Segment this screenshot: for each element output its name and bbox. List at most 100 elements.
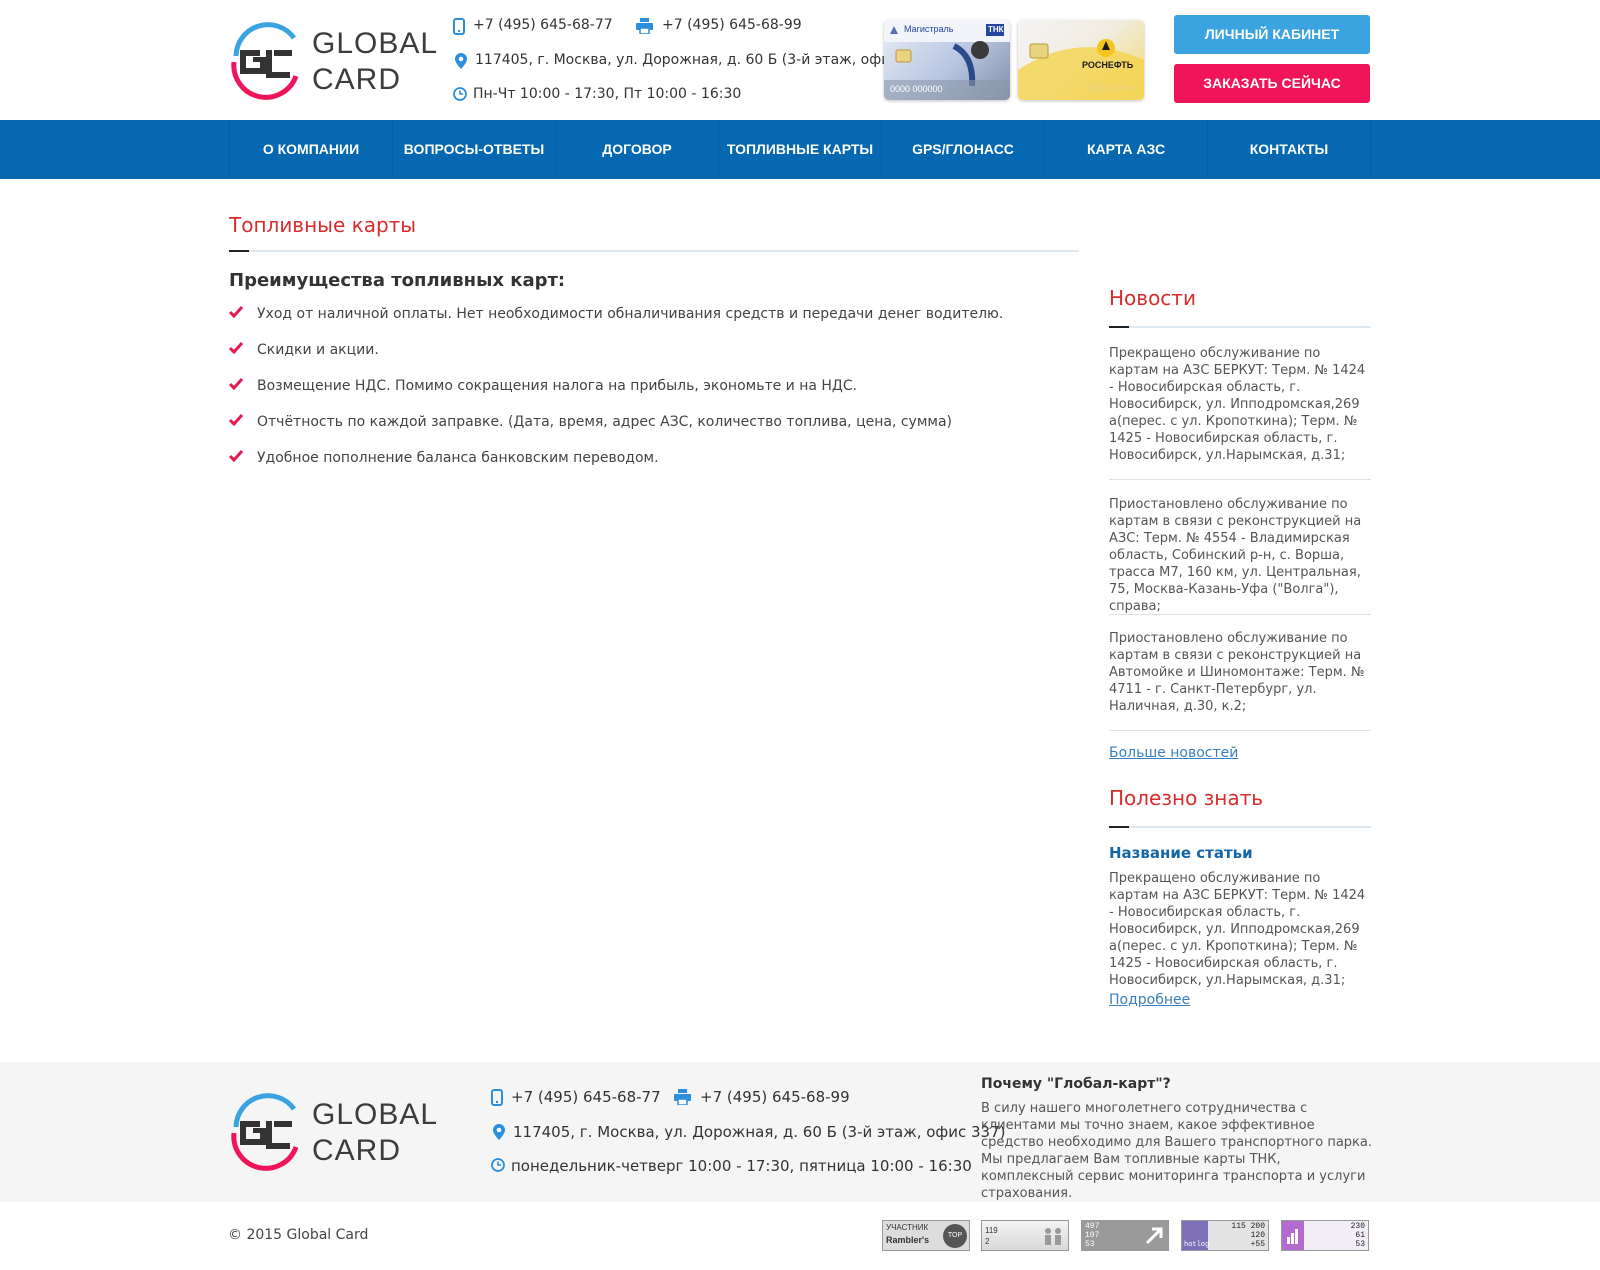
rosneft-card-brand: РОСНЕФТЬ	[1082, 60, 1134, 70]
header-hours: Пн-Чт 10:00 - 17:30, Пт 10:00 - 16:30	[453, 86, 741, 106]
counter-value-2: 120	[1250, 1231, 1265, 1240]
header-phone1[interactable]: +7 (495) 645-68-77	[453, 17, 613, 37]
counter-value-2: 2	[985, 1237, 990, 1246]
bar-chart-icon	[1287, 1229, 1298, 1244]
magistral-card-brand: Магистраль	[904, 24, 954, 34]
advantage-text: Уход от наличной оплаты. Нет необходимос…	[257, 306, 1004, 322]
fax-icon	[674, 1089, 691, 1105]
rambler-counter-badge: TOP 100	[943, 1224, 967, 1263]
list-item: Возмещение НДС. Помимо сокращения налога…	[229, 376, 1003, 412]
location-pin-icon	[455, 53, 467, 69]
counter-value-2: 61	[1355, 1231, 1365, 1240]
counter-value-1: 497	[1085, 1222, 1100, 1231]
header-address-text: 117405, г. Москва, ул. Дорожная, д. 60 Б…	[475, 52, 935, 68]
news-divider	[1109, 730, 1371, 731]
nav-item-fuel-cards[interactable]: ТОПЛИВНЫЕ КАРТЫ	[718, 120, 881, 179]
nav-item-about[interactable]: О КОМПАНИИ	[229, 120, 392, 179]
header: GLOBAL CARD +7 (495) 645-68-77 +7 (495) …	[0, 0, 1600, 120]
list-item: Скидки и акции.	[229, 340, 1003, 376]
header-address: 117405, г. Москва, ул. Дорожная, д. 60 Б…	[455, 52, 935, 72]
article-more-link[interactable]: Подробнее	[1109, 992, 1190, 1008]
fax-icon	[636, 18, 653, 34]
news-divider	[1109, 614, 1371, 615]
logo[interactable]: GLOBAL CARD	[228, 18, 437, 102]
counter-value-3: 53	[1085, 1240, 1095, 1249]
counter-value-3: +55	[1250, 1240, 1265, 1249]
counter-value-1: 115 200	[1231, 1222, 1265, 1231]
copyright: © 2015 Global Card	[228, 1227, 369, 1243]
liveinternet-counter[interactable]: 119 2	[981, 1220, 1069, 1251]
news-item-1[interactable]: Прекращено обслуживание по картам на АЗС…	[1109, 345, 1371, 464]
footer-logo[interactable]: GLOBAL CARD	[228, 1089, 437, 1173]
rambler-counter-line2: Rambler's	[886, 1235, 930, 1245]
advantage-text: Возмещение НДС. Помимо сокращения налога…	[257, 378, 858, 394]
magistral-card[interactable]: Магистраль ТНК 0000 000000	[884, 20, 1010, 100]
mobile-phone-icon	[453, 18, 465, 35]
footer-logo-mark-icon	[231, 1093, 299, 1171]
nav-item-faq[interactable]: ВОПРОСЫ-ОТВЕТЫ	[392, 120, 555, 179]
footer-phone2-text: +7 (495) 645-68-99	[700, 1088, 850, 1106]
useful-title-divider	[1109, 826, 1371, 828]
footer-address-text: 117405, г. Москва, ул. Дорожная, д. 60 Б…	[513, 1123, 1006, 1141]
footer-logo-line1: GLOBAL	[312, 1098, 439, 1131]
footer-why-text: В силу нашего многолетнего сотрудничеств…	[981, 1101, 1372, 1201]
check-icon	[229, 306, 243, 318]
stat-counter[interactable]: 497 107 53	[1081, 1220, 1169, 1251]
nav-item-contract[interactable]: ДОГОВОР	[555, 120, 718, 179]
nav-item-contacts[interactable]: КОНТАКТЫ	[1207, 120, 1371, 179]
header-phone2-text: +7 (495) 645-68-99	[662, 17, 802, 33]
magistral-card-number: 0000 000000	[890, 84, 943, 94]
logo-line2: CARD	[312, 63, 402, 96]
footer-hours: понедельник-четверг 10:00 - 17:30, пятни…	[491, 1157, 972, 1177]
hotlog-label: hotlog	[1184, 1241, 1210, 1249]
hotlog-counter[interactable]: hotlog 115 200 120 +55	[1181, 1220, 1269, 1251]
location-pin-icon	[493, 1124, 505, 1140]
tnk-card-brand: ТНК	[988, 25, 1004, 34]
counter-value-2: 107	[1085, 1231, 1100, 1240]
header-phone1-text: +7 (495) 645-68-77	[473, 17, 613, 33]
more-news-link[interactable]: Больше новостей	[1109, 745, 1238, 761]
check-icon	[229, 414, 243, 426]
nav-item-station-map[interactable]: КАРТА АЗС	[1044, 120, 1207, 179]
rosneft-card-number: 0000 000000	[1088, 84, 1135, 93]
article-text: Прекращено обслуживание по картам на АЗС…	[1109, 871, 1366, 988]
news-title-divider-accent	[1109, 326, 1129, 328]
personal-cabinet-button[interactable]: ЛИЧНЫЙ КАБИНЕТ	[1174, 15, 1370, 54]
news-item-3[interactable]: Приостановлено обслуживание по картам в …	[1109, 630, 1371, 715]
news-divider	[1109, 479, 1371, 480]
counter-value-1: 119	[985, 1226, 998, 1235]
list-item: Отчётность по каждой заправке. (Дата, вр…	[229, 412, 1003, 448]
advantage-text: Отчётность по каждой заправке. (Дата, вр…	[257, 414, 952, 430]
order-now-button[interactable]: ЗАКАЗАТЬ СЕЙЧАС	[1174, 64, 1370, 103]
clock-icon	[453, 87, 467, 101]
rambler-counter[interactable]: УЧАСТНИК Rambler's TOP 100	[882, 1220, 970, 1263]
list-item: Удобное пополнение баланса банковским пе…	[229, 448, 1003, 484]
news-item-2[interactable]: Приостановлено обслуживание по картам в …	[1109, 496, 1371, 615]
check-icon	[229, 450, 243, 462]
counter-value-1: 230	[1350, 1222, 1365, 1231]
news-title-divider	[1109, 326, 1371, 328]
advantages-heading: Преимущества топливных карт:	[229, 270, 566, 291]
header-phone2[interactable]: +7 (495) 645-68-99	[636, 17, 806, 37]
advantages-list: Уход от наличной оплаты. Нет необходимос…	[229, 304, 1003, 484]
list-item: Уход от наличной оплаты. Нет необходимос…	[229, 304, 1003, 340]
rosneft-card[interactable]: РОСНЕФТЬ 0000 000000	[1018, 20, 1144, 100]
check-icon	[229, 342, 243, 354]
title-divider-accent	[229, 250, 249, 252]
nav-item-gps[interactable]: GPS/ГЛОНАСС	[881, 120, 1044, 179]
footer-hours-text: понедельник-четверг 10:00 - 17:30, пятни…	[511, 1157, 972, 1175]
article-title[interactable]: Название статьи	[1109, 844, 1253, 862]
footer-phone2[interactable]: +7 (495) 645-68-99	[674, 1088, 854, 1108]
mobile-phone-icon	[491, 1089, 503, 1106]
footer-address: 117405, г. Москва, ул. Дорожная, д. 60 Б…	[493, 1123, 1005, 1143]
page-title: Топливные карты	[229, 213, 417, 237]
people-icon	[1045, 1228, 1061, 1245]
footer-why-title: Почему "Глобал-карт"?	[981, 1076, 1171, 1092]
useful-title-divider-accent	[1109, 826, 1129, 828]
li-counter[interactable]: 230 61 53	[1281, 1220, 1369, 1251]
advantage-text: Удобное пополнение баланса банковским пе…	[257, 450, 659, 466]
footer-phone1[interactable]: +7 (495) 645-68-77	[491, 1088, 661, 1108]
title-divider	[229, 250, 1079, 252]
main-nav: О КОМПАНИИ ВОПРОСЫ-ОТВЕТЫ ДОГОВОР ТОПЛИВ…	[0, 120, 1600, 179]
logo-mark-icon	[231, 22, 299, 100]
